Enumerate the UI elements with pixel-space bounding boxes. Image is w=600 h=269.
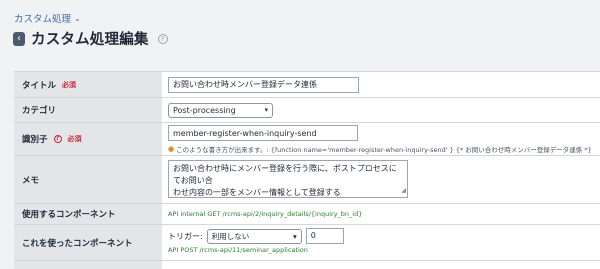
memo-line-1: お問い合わせ時にメンバー登録を行う際に、ポストプロセスにてお問い合 <box>173 164 397 185</box>
trigger-label: トリガー: <box>168 231 203 241</box>
edit-form: タイトル 必須 お問い合わせ時メンバー登録データ連係 カテゴリ Post-pro… <box>14 71 600 269</box>
lightbulb-icon: ● <box>168 145 175 153</box>
required-badge: 必須 <box>67 135 82 143</box>
identifier-input[interactable]: member-register-when-inquiry-send <box>168 125 358 141</box>
using-component-link[interactable]: API POST /rcms-api/11/seminar_applicatio… <box>168 246 600 254</box>
title-label: タイトル <box>22 80 57 91</box>
breadcrumb-label[interactable]: カスタム処理 <box>14 11 71 25</box>
memo-value-cell: お問い合わせ時にメンバー登録を行う際に、ポストプロセスにてお問い合 わせ内容の一… <box>162 156 600 203</box>
used-components-value-cell: API internal GET /rcms-api/2/inquiry_det… <box>162 204 600 224</box>
identifier-label: 識別子 <box>22 135 48 145</box>
back-button[interactable]: ‹ <box>13 31 25 46</box>
used-components-label: 使用するコンポーネント <box>22 210 116 220</box>
identifier-value-cell: member-register-when-inquiry-send ● このよう… <box>162 123 600 155</box>
category-row: カテゴリ Post-processing ▾ <box>14 98 600 123</box>
category-value-cell: Post-processing ▾ <box>162 98 600 122</box>
memo-line-2: わせ内容の一部をメンバー情報として登録する <box>173 188 341 197</box>
next-value-cell <box>162 261 600 269</box>
title-input[interactable]: お問い合わせ時メンバー登録データ連係 <box>168 76 359 93</box>
title-row: タイトル 必須 お問い合わせ時メンバー登録データ連係 <box>14 72 600 98</box>
using-components-row: これを使ったコンポーネント トリガー: 利用しない ▾ 0 API POST /… <box>14 225 600 261</box>
order-input[interactable]: 0 <box>305 228 344 244</box>
memo-label-cell: メモ <box>14 156 162 203</box>
required-badge: 必須 <box>62 80 77 89</box>
chevron-down-icon[interactable]: ⌄ <box>74 14 81 23</box>
help-icon[interactable]: ? <box>53 135 62 143</box>
memo-label: メモ <box>22 175 40 186</box>
page-title: カスタム処理編集 <box>31 32 149 48</box>
title-label-cell: タイトル 必須 <box>14 72 162 97</box>
page-header: ‹ カスタム処理編集 ? <box>13 28 168 49</box>
category-label: カテゴリ <box>22 106 57 116</box>
category-label-cell: カテゴリ <box>14 98 162 122</box>
identifier-hint-text: このような書き方が出来ます。: {function name='member-r… <box>176 146 592 154</box>
using-components-label-cell: これを使ったコンポーネント <box>14 225 162 260</box>
category-select[interactable]: Post-processing ▾ <box>168 102 273 118</box>
trigger-select[interactable]: 利用しない ▾ <box>206 228 302 244</box>
memo-textarea[interactable]: お問い合わせ時にメンバー登録を行う際に、ポストプロセスにてお問い合 わせ内容の一… <box>168 160 408 198</box>
identifier-hint: ● このような書き方が出来ます。: {function name='member… <box>168 144 600 154</box>
identifier-label-cell: 識別子 ? 必須 <box>14 123 162 155</box>
used-component-link[interactable]: API internal GET /rcms-api/2/inquiry_det… <box>168 210 362 218</box>
used-components-row: 使用するコンポーネント API internal GET /rcms-api/2… <box>14 204 600 225</box>
title-value-cell: お問い合わせ時メンバー登録データ連係 <box>162 72 600 97</box>
category-select-value: Post-processing <box>173 105 236 115</box>
trigger-select-value: 利用しない <box>211 231 250 241</box>
memo-row: メモ お問い合わせ時にメンバー登録を行う際に、ポストプロセスにてお問い合 わせ内… <box>14 156 600 204</box>
identifier-row: 識別子 ? 必須 member-register-when-inquiry-se… <box>14 123 600 156</box>
using-components-value-cell: トリガー: 利用しない ▾ 0 API POST /rcms-api/11/se… <box>162 225 600 260</box>
next-row <box>14 261 600 269</box>
resize-handle-icon[interactable]: ◢ <box>401 185 406 197</box>
using-components-label: これを使ったコンポーネント <box>22 238 133 249</box>
trigger-line: トリガー: 利用しない ▾ 0 <box>168 228 600 244</box>
breadcrumb[interactable]: カスタム処理 ⌄ <box>14 11 81 26</box>
used-components-label-cell: 使用するコンポーネント <box>14 204 162 224</box>
next-label-cell <box>14 261 162 269</box>
chevron-down-icon: ▾ <box>264 106 268 114</box>
help-icon[interactable]: ? <box>157 33 168 44</box>
chevron-down-icon: ▾ <box>292 231 297 241</box>
